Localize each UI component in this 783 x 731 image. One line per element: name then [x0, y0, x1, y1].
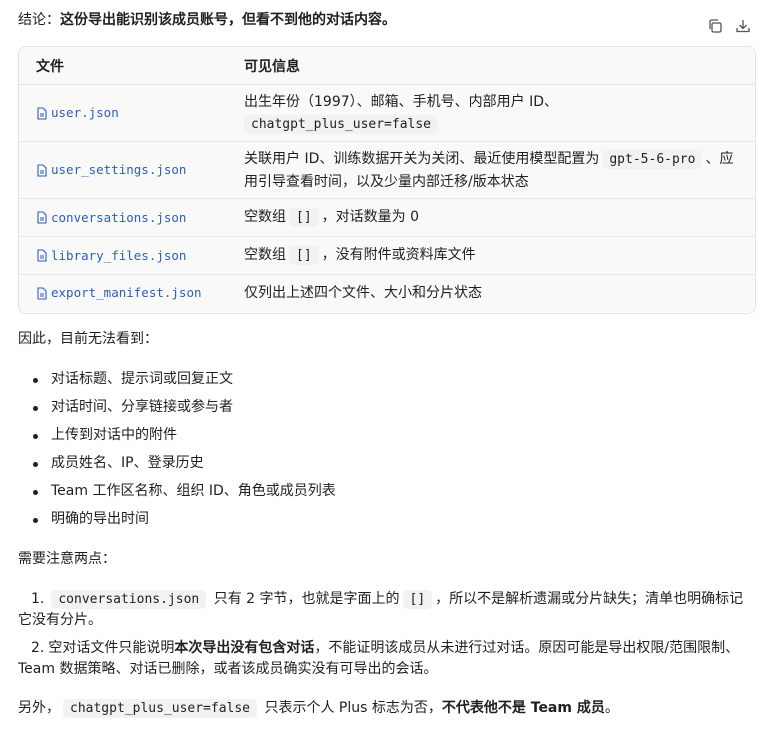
table-row: user_settings.json 关联用户 ID、训练数据开关为关闭、最近使… — [19, 141, 755, 199]
table-header-row: 文件 可见信息 — [19, 47, 755, 85]
file-link-conversations[interactable]: conversations.json — [51, 207, 186, 229]
note-title: 需要注意两点： — [18, 551, 116, 567]
table-row: export_manifest.json 仅列出上述四个文件、大小和分片状态 — [19, 274, 755, 312]
final-text: 只表示个人 Plus 标志为否， — [264, 700, 442, 716]
info-text: 空数组 — [244, 209, 286, 225]
download-button[interactable] — [733, 16, 753, 36]
inline-code: conversations.json — [51, 590, 207, 609]
list-item: 上传到对话中的附件 — [18, 425, 336, 453]
info-cell: 出生年份（1997）、邮箱、手机号、内部用户 ID、 chatgpt_plus_u… — [226, 84, 755, 142]
info-cell: 关联用户 ID、训练数据开关为关闭、最近使用模型配置为 gpt-5-6-pro 、应… — [226, 141, 755, 199]
therefore-text: 因此，目前无法看到： — [18, 331, 158, 347]
note-number: 1. — [31, 591, 45, 607]
list-item: 对话时间、分享链接或参与者 — [18, 397, 336, 425]
table-row: conversations.json 空数组[] ，对话数量为 0 — [19, 198, 755, 237]
info-cell: 空数组[] ，对话数量为 0 — [226, 198, 755, 237]
info-text: 仅列出上述四个文件、大小和分片状态 — [244, 285, 482, 302]
note-text: 空对话文件只能说明 — [48, 640, 175, 656]
note-number: 2. — [31, 640, 45, 656]
file-link-user[interactable]: user.json — [51, 102, 119, 124]
file-link-library-files[interactable]: library_files.json — [51, 245, 186, 267]
note-bold: 本次导出没有包含对话 — [174, 640, 315, 656]
column-header-file: 文件 — [19, 47, 226, 85]
note-text: 只有 2 字节，也就是字面上的 — [213, 591, 400, 607]
note-item-2: 2. 空对话文件只能说明本次导出没有包含对话，不能证明该成员从未进行过对话。原因可… — [18, 638, 753, 680]
file-icon — [37, 211, 47, 224]
file-icon — [37, 106, 47, 120]
table-row: user.json 出生年份（1997）、邮箱、手机号、内部用户 ID、 chat… — [19, 84, 755, 142]
inline-code: [] — [289, 208, 319, 227]
conclusion-line: 结论：这份导出能识别该成员账号，但看不到他的对话内容。 — [18, 10, 396, 30]
inline-code: gpt-5-6-pro — [602, 149, 703, 169]
file-icon — [37, 249, 47, 262]
inline-code: [] — [402, 590, 433, 609]
final-line: 另外， chatgpt_plus_user=false 只表示个人 Plus 标志… — [18, 698, 619, 719]
info-text: 关联用户 ID、训练数据开关为关闭、最近使用模型配置为 — [244, 150, 600, 167]
file-link-user-settings[interactable]: user_settings.json — [51, 159, 186, 181]
limitations-list: 对话标题、提示词或回复正文 对话时间、分享链接或参与者 上传到对话中的附件 成员… — [18, 369, 336, 537]
final-bold: 不代表他不是 Team 成员 — [441, 700, 605, 716]
inline-code: [] — [289, 246, 319, 265]
info-text: 出生年份（1997）、邮箱、手机号、内部用户 ID、 — [244, 93, 558, 110]
file-link-export-manifest[interactable]: export_manifest.json — [51, 282, 202, 304]
info-text: 空数组 — [244, 247, 286, 263]
conclusion-bold: 这份导出能识别该成员账号，但看不到他的对话内容。 — [60, 12, 396, 28]
conclusion-prefix: 结论： — [18, 12, 60, 28]
list-item: 对话标题、提示词或回复正文 — [18, 369, 336, 397]
file-icon — [37, 163, 47, 177]
final-text: 。 — [604, 700, 619, 716]
inline-code: chatgpt_plus_user=false — [63, 699, 258, 718]
files-table: 文件 可见信息 user.json 出生年份（1997）、邮箱、手机号、内部用户… — [18, 46, 756, 314]
list-item: 明确的导出时间 — [18, 509, 336, 537]
column-header-info: 可见信息 — [226, 47, 755, 85]
list-item: Team 工作区名称、组织 ID、角色或成员列表 — [18, 481, 336, 509]
note-item-1: 1. conversations.json 只有 2 字节，也就是字面上的[] ，所… — [18, 589, 753, 631]
info-cell: 空数组[] ，没有附件或资料库文件 — [226, 236, 755, 275]
file-icon — [37, 287, 47, 300]
info-cell: 仅列出上述四个文件、大小和分片状态 — [226, 274, 755, 312]
info-text: ，对话数量为 0 — [321, 209, 420, 225]
list-item: 成员姓名、IP、登录历史 — [18, 453, 336, 481]
final-text: 另外， — [18, 700, 60, 716]
info-text: ，没有附件或资料库文件 — [321, 247, 476, 263]
copy-button[interactable] — [705, 16, 725, 36]
download-icon — [736, 20, 750, 33]
table-row: library_files.json 空数组[] ，没有附件或资料库文件 — [19, 236, 755, 275]
copy-icon — [709, 19, 722, 33]
inline-code: chatgpt_plus_user=false — [244, 114, 439, 134]
